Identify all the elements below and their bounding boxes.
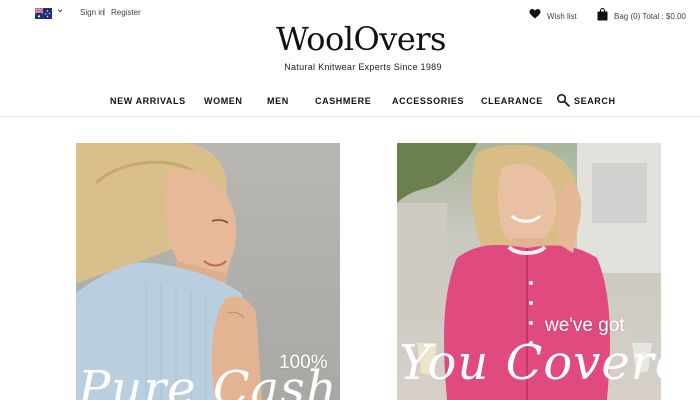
nav-search[interactable]: SEARCH	[574, 96, 616, 106]
nav-divider	[0, 116, 700, 117]
country-flag-australia[interactable]	[35, 8, 52, 19]
brand-tagline: Natural Knitwear Experts Since 1989	[284, 62, 442, 72]
register-link[interactable]: Register	[111, 8, 141, 17]
nav-new-arrivals[interactable]: NEW ARRIVALS	[110, 96, 186, 106]
cardigan-script-title: You Covered	[399, 335, 661, 391]
heart-icon[interactable]	[529, 8, 541, 20]
nav-women[interactable]: WOMEN	[204, 96, 243, 106]
search-icon[interactable]	[556, 93, 570, 107]
nav-cashmere[interactable]: CASHMERE	[315, 96, 371, 106]
brand-logo[interactable]: WoolOvers	[0, 20, 700, 58]
country-dropdown-chevron-icon[interactable]: ⌄	[56, 4, 64, 15]
main-nav: NEW ARRIVALS WOMEN MEN CASHMERE ACCESSOR…	[0, 96, 700, 110]
sign-in-link[interactable]: Sign in	[80, 8, 104, 17]
cashmere-script-title: Pure Cashmere	[78, 361, 340, 400]
hero-tile-cardigans[interactable]: we've got You Covered	[397, 143, 661, 400]
nav-men[interactable]: MEN	[267, 96, 289, 106]
nav-clearance[interactable]: CLEARANCE	[481, 96, 543, 106]
cardigan-headline: we've got	[545, 315, 625, 336]
hero-tile-cashmere[interactable]: 100% Pure Cashmere	[76, 143, 340, 400]
utility-separator: |	[103, 7, 106, 16]
nav-accessories[interactable]: ACCESSORIES	[392, 96, 464, 106]
